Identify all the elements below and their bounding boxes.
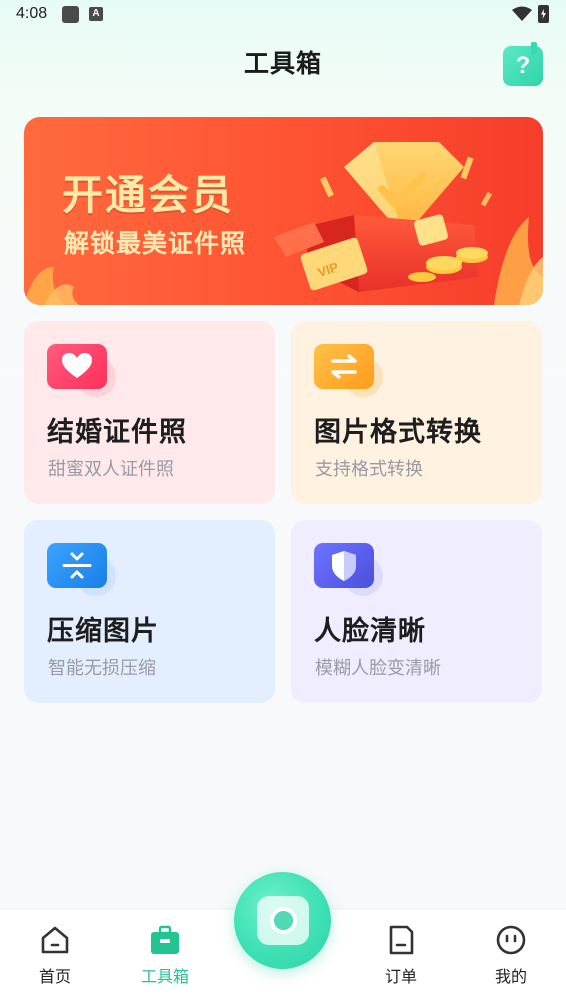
order-icon bbox=[389, 925, 414, 955]
home-icon bbox=[41, 926, 69, 954]
a-notification-icon: A bbox=[89, 7, 103, 21]
nav-item-orders[interactable]: 订单 bbox=[356, 910, 446, 1008]
help-button[interactable]: ? bbox=[503, 42, 543, 86]
nav-label: 首页 bbox=[38, 967, 71, 986]
card-description: 模糊人脸变清晰 bbox=[315, 658, 441, 679]
camera-button[interactable] bbox=[234, 872, 331, 969]
card-title: 压缩图片 bbox=[47, 616, 159, 647]
banner-title: 开通会员 bbox=[62, 171, 234, 219]
heart-icon bbox=[47, 344, 107, 389]
tool-card-marriage-photo[interactable]: 结婚证件照 甜蜜双人证件照 bbox=[24, 321, 275, 504]
question-mark-icon: ? bbox=[515, 52, 531, 79]
card-title: 图片格式转换 bbox=[314, 417, 482, 448]
vip-banner[interactable]: VIP 开通会员 解锁最美证件照 bbox=[24, 117, 543, 305]
nav-item-profile[interactable]: 我的 bbox=[466, 910, 556, 1008]
compress-icon bbox=[47, 543, 107, 588]
tool-card-face-enhance[interactable]: 人脸清晰 模糊人脸变清晰 bbox=[291, 520, 542, 703]
nav-label: 订单 bbox=[384, 967, 417, 986]
tool-card-compress-image[interactable]: 压缩图片 智能无损压缩 bbox=[24, 520, 275, 703]
wifi-icon bbox=[512, 6, 532, 21]
nav-item-toolbox[interactable]: 工具箱 bbox=[120, 910, 210, 1008]
nav-item-home[interactable]: 首页 bbox=[10, 910, 100, 1008]
profile-icon bbox=[496, 925, 526, 955]
nav-label: 工具箱 bbox=[140, 967, 189, 986]
status-time: 4:08 bbox=[16, 5, 48, 22]
card-title: 结婚证件照 bbox=[47, 417, 187, 448]
banner-subtitle: 解锁最美证件照 bbox=[64, 229, 247, 258]
nav-label: 我的 bbox=[494, 967, 527, 986]
battery-icon bbox=[538, 5, 549, 23]
app-notification-icon bbox=[62, 6, 79, 23]
card-description: 甜蜜双人证件照 bbox=[48, 459, 174, 480]
card-title: 人脸清晰 bbox=[314, 616, 426, 647]
page-title: 工具箱 bbox=[243, 49, 322, 78]
tool-card-format-convert[interactable]: 图片格式转换 支持格式转换 bbox=[291, 321, 542, 504]
status-bar: 4:08 A bbox=[0, 0, 566, 30]
swap-arrows-icon bbox=[314, 344, 374, 389]
card-description: 支持格式转换 bbox=[315, 459, 423, 480]
toolbox-icon bbox=[151, 925, 179, 954]
camera-icon bbox=[257, 896, 309, 945]
shield-face-icon bbox=[314, 543, 374, 588]
card-description: 智能无损压缩 bbox=[48, 658, 156, 679]
